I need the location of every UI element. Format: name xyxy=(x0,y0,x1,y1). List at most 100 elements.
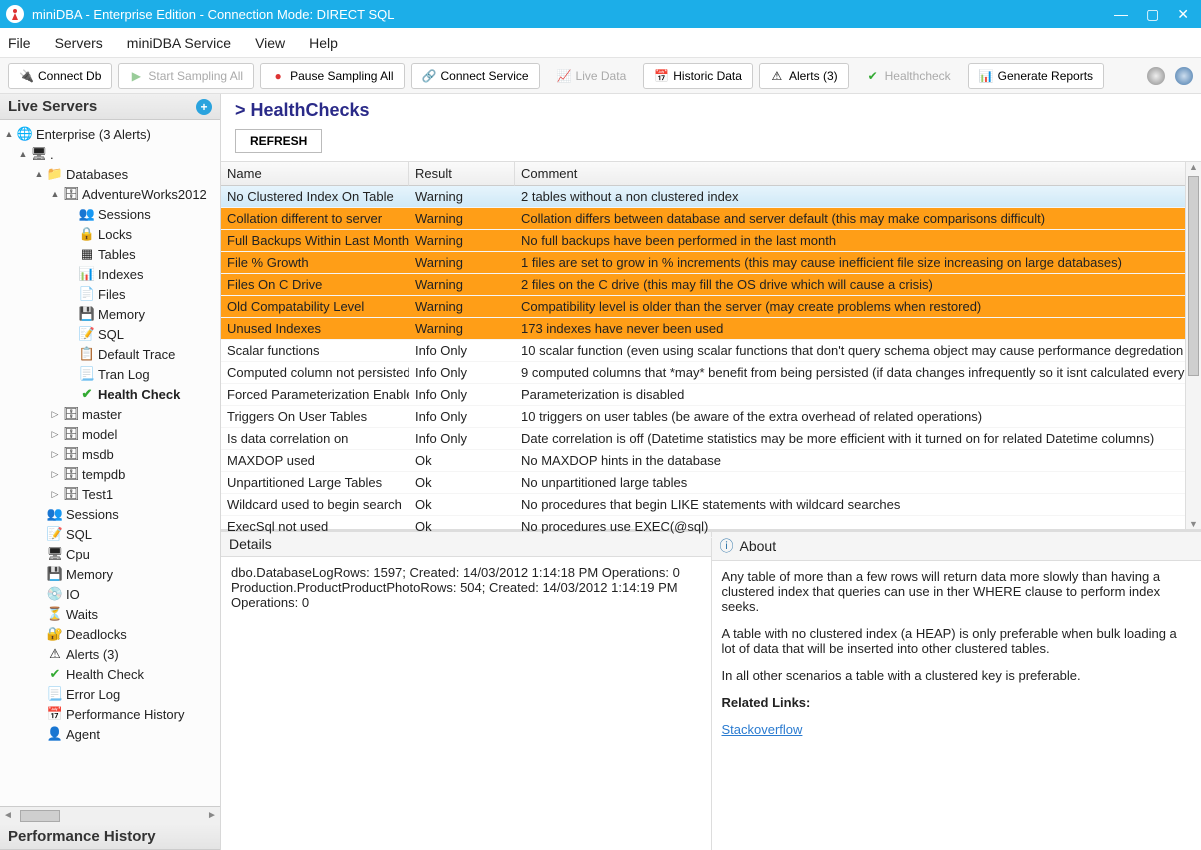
grid-cell[interactable]: 2 files on the C drive (this may fill th… xyxy=(515,274,1201,296)
tree-srv-sql[interactable]: 📝SQL xyxy=(0,525,220,543)
grid-cell[interactable]: No unpartitioned large tables xyxy=(515,472,1201,494)
settings-icon[interactable] xyxy=(1147,67,1165,85)
grid-cell[interactable]: Warning xyxy=(409,318,515,340)
grid-cell[interactable]: 10 scalar function (even using scalar fu… xyxy=(515,340,1201,362)
grid-cell[interactable]: Warning xyxy=(409,230,515,252)
stackoverflow-link[interactable]: Stackoverflow xyxy=(722,722,803,737)
tree-srv-cpu[interactable]: 🖥Cpu xyxy=(0,545,220,563)
grid-cell[interactable]: No procedures that begin LIKE statements… xyxy=(515,494,1201,516)
grid-cell[interactable]: 2 tables without a non clustered index xyxy=(515,186,1201,208)
live-servers-header[interactable]: Live Servers + xyxy=(0,94,220,120)
grid-cell[interactable]: Compatibility level is older than the se… xyxy=(515,296,1201,318)
grid-cell[interactable]: Ok xyxy=(409,494,515,516)
column-header[interactable]: Name xyxy=(221,162,409,186)
tree-databases[interactable]: ▲📁Databases xyxy=(0,165,220,183)
grid-cell[interactable]: 1 files are set to grow in % increments … xyxy=(515,252,1201,274)
grid-cell[interactable]: No procedures use EXEC(@sql) xyxy=(515,516,1201,538)
tree-db-test1[interactable]: ▷🗄Test1 xyxy=(0,485,220,503)
server-tree[interactable]: ▲🌐Enterprise (3 Alerts) ▲🖥. ▲📁Databases … xyxy=(0,120,220,806)
menu-service[interactable]: miniDBA Service xyxy=(127,35,231,51)
tree-indexes[interactable]: 📊Indexes xyxy=(0,265,220,283)
menu-file[interactable]: File xyxy=(8,35,31,51)
tree-sql[interactable]: 📝SQL xyxy=(0,325,220,343)
sidebar-hscrollbar[interactable]: ◄► xyxy=(0,806,220,824)
tree-srv-healthcheck[interactable]: ✔Health Check xyxy=(0,665,220,683)
tree-files[interactable]: 📄Files xyxy=(0,285,220,303)
results-grid[interactable]: NameResultCommentNo Clustered Index On T… xyxy=(221,162,1201,538)
column-header[interactable]: Comment xyxy=(515,162,1201,186)
tree-srv-perfhistory[interactable]: 📅Performance History xyxy=(0,705,220,723)
grid-cell[interactable]: ExecSql not used xyxy=(221,516,409,538)
tree-srv-waits[interactable]: ⏳Waits xyxy=(0,605,220,623)
grid-cell[interactable]: Triggers On User Tables xyxy=(221,406,409,428)
grid-cell[interactable]: Ok xyxy=(409,516,515,538)
grid-cell[interactable]: Forced Parameterization Enabled xyxy=(221,384,409,406)
grid-cell[interactable]: Info Only xyxy=(409,384,515,406)
grid-cell[interactable]: Info Only xyxy=(409,406,515,428)
tree-db-msdb[interactable]: ▷🗄msdb xyxy=(0,445,220,463)
grid-cell[interactable]: Unpartitioned Large Tables xyxy=(221,472,409,494)
grid-cell[interactable]: Ok xyxy=(409,450,515,472)
tree-srv-sessions[interactable]: 👥Sessions xyxy=(0,505,220,523)
grid-cell[interactable]: Date correlation is off (Datetime statis… xyxy=(515,428,1201,450)
grid-cell[interactable]: 10 triggers on user tables (be aware of … xyxy=(515,406,1201,428)
generate-reports-button[interactable]: 📊Generate Reports xyxy=(968,63,1104,89)
connect-service-button[interactable]: 🔗Connect Service xyxy=(411,63,540,89)
tree-tran-log[interactable]: 📃Tran Log xyxy=(0,365,220,383)
grid-cell[interactable]: MAXDOP used xyxy=(221,450,409,472)
grid-cell[interactable]: Computed column not persisted xyxy=(221,362,409,384)
add-server-icon[interactable]: + xyxy=(196,99,212,115)
tree-srv-alerts[interactable]: ⚠Alerts (3) xyxy=(0,645,220,663)
grid-cell[interactable]: Files On C Drive xyxy=(221,274,409,296)
menu-view[interactable]: View xyxy=(255,35,285,51)
tree-health-check[interactable]: ✔Health Check xyxy=(0,385,220,403)
grid-cell[interactable]: No full backups have been performed in t… xyxy=(515,230,1201,252)
tree-srv-errorlog[interactable]: 📃Error Log xyxy=(0,685,220,703)
grid-cell[interactable]: Warning xyxy=(409,186,515,208)
performance-history-header[interactable]: Performance History xyxy=(0,824,220,850)
grid-cell[interactable]: Scalar functions xyxy=(221,340,409,362)
tree-db-tempdb[interactable]: ▷🗄tempdb xyxy=(0,465,220,483)
tree-srv-agent[interactable]: 👤Agent xyxy=(0,725,220,743)
grid-cell[interactable]: Info Only xyxy=(409,362,515,384)
tree-db-adventureworks[interactable]: ▲🗄AdventureWorks2012 xyxy=(0,185,220,203)
healthcheck-button[interactable]: ✔Healthcheck xyxy=(855,63,962,89)
grid-cell[interactable]: 173 indexes have never been used xyxy=(515,318,1201,340)
grid-vscrollbar[interactable]: ▲▼ xyxy=(1185,162,1201,529)
grid-cell[interactable]: Ok xyxy=(409,472,515,494)
grid-cell[interactable]: Is data correlation on xyxy=(221,428,409,450)
pause-sampling-button[interactable]: ●Pause Sampling All xyxy=(260,63,404,89)
tree-server[interactable]: ▲🖥. xyxy=(0,145,220,163)
grid-cell[interactable]: Parameterization is disabled xyxy=(515,384,1201,406)
help-icon[interactable] xyxy=(1175,67,1193,85)
grid-cell[interactable]: Warning xyxy=(409,274,515,296)
grid-cell[interactable]: File % Growth xyxy=(221,252,409,274)
grid-cell[interactable]: Info Only xyxy=(409,340,515,362)
grid-cell[interactable]: Warning xyxy=(409,208,515,230)
grid-cell[interactable]: Info Only xyxy=(409,428,515,450)
grid-cell[interactable]: Old Compatability Level xyxy=(221,296,409,318)
grid-cell[interactable]: Full Backups Within Last Month xyxy=(221,230,409,252)
tree-srv-memory[interactable]: 💾Memory xyxy=(0,565,220,583)
grid-cell[interactable]: Unused Indexes xyxy=(221,318,409,340)
tree-default-trace[interactable]: 📋Default Trace xyxy=(0,345,220,363)
grid-cell[interactable]: Collation different to server xyxy=(221,208,409,230)
alerts-button[interactable]: ⚠Alerts (3) xyxy=(759,63,849,89)
grid-cell[interactable]: Warning xyxy=(409,252,515,274)
tree-srv-io[interactable]: 💿IO xyxy=(0,585,220,603)
tree-enterprise[interactable]: ▲🌐Enterprise (3 Alerts) xyxy=(0,125,220,143)
minimize-button[interactable]: — xyxy=(1114,7,1128,21)
grid-cell[interactable]: Collation differs between database and s… xyxy=(515,208,1201,230)
start-sampling-button[interactable]: ▶Start Sampling All xyxy=(118,63,254,89)
close-button[interactable]: ✕ xyxy=(1177,7,1189,21)
grid-cell[interactable]: Wildcard used to begin search xyxy=(221,494,409,516)
grid-cell[interactable]: Warning xyxy=(409,296,515,318)
tree-sessions[interactable]: 👥Sessions xyxy=(0,205,220,223)
tree-srv-deadlocks[interactable]: 🔐Deadlocks xyxy=(0,625,220,643)
tree-db-master[interactable]: ▷🗄master xyxy=(0,405,220,423)
menu-help[interactable]: Help xyxy=(309,35,338,51)
column-header[interactable]: Result xyxy=(409,162,515,186)
live-data-button[interactable]: 📈Live Data xyxy=(546,63,638,89)
connect-db-button[interactable]: 🔌Connect Db xyxy=(8,63,112,89)
tree-tables[interactable]: ▦Tables xyxy=(0,245,220,263)
